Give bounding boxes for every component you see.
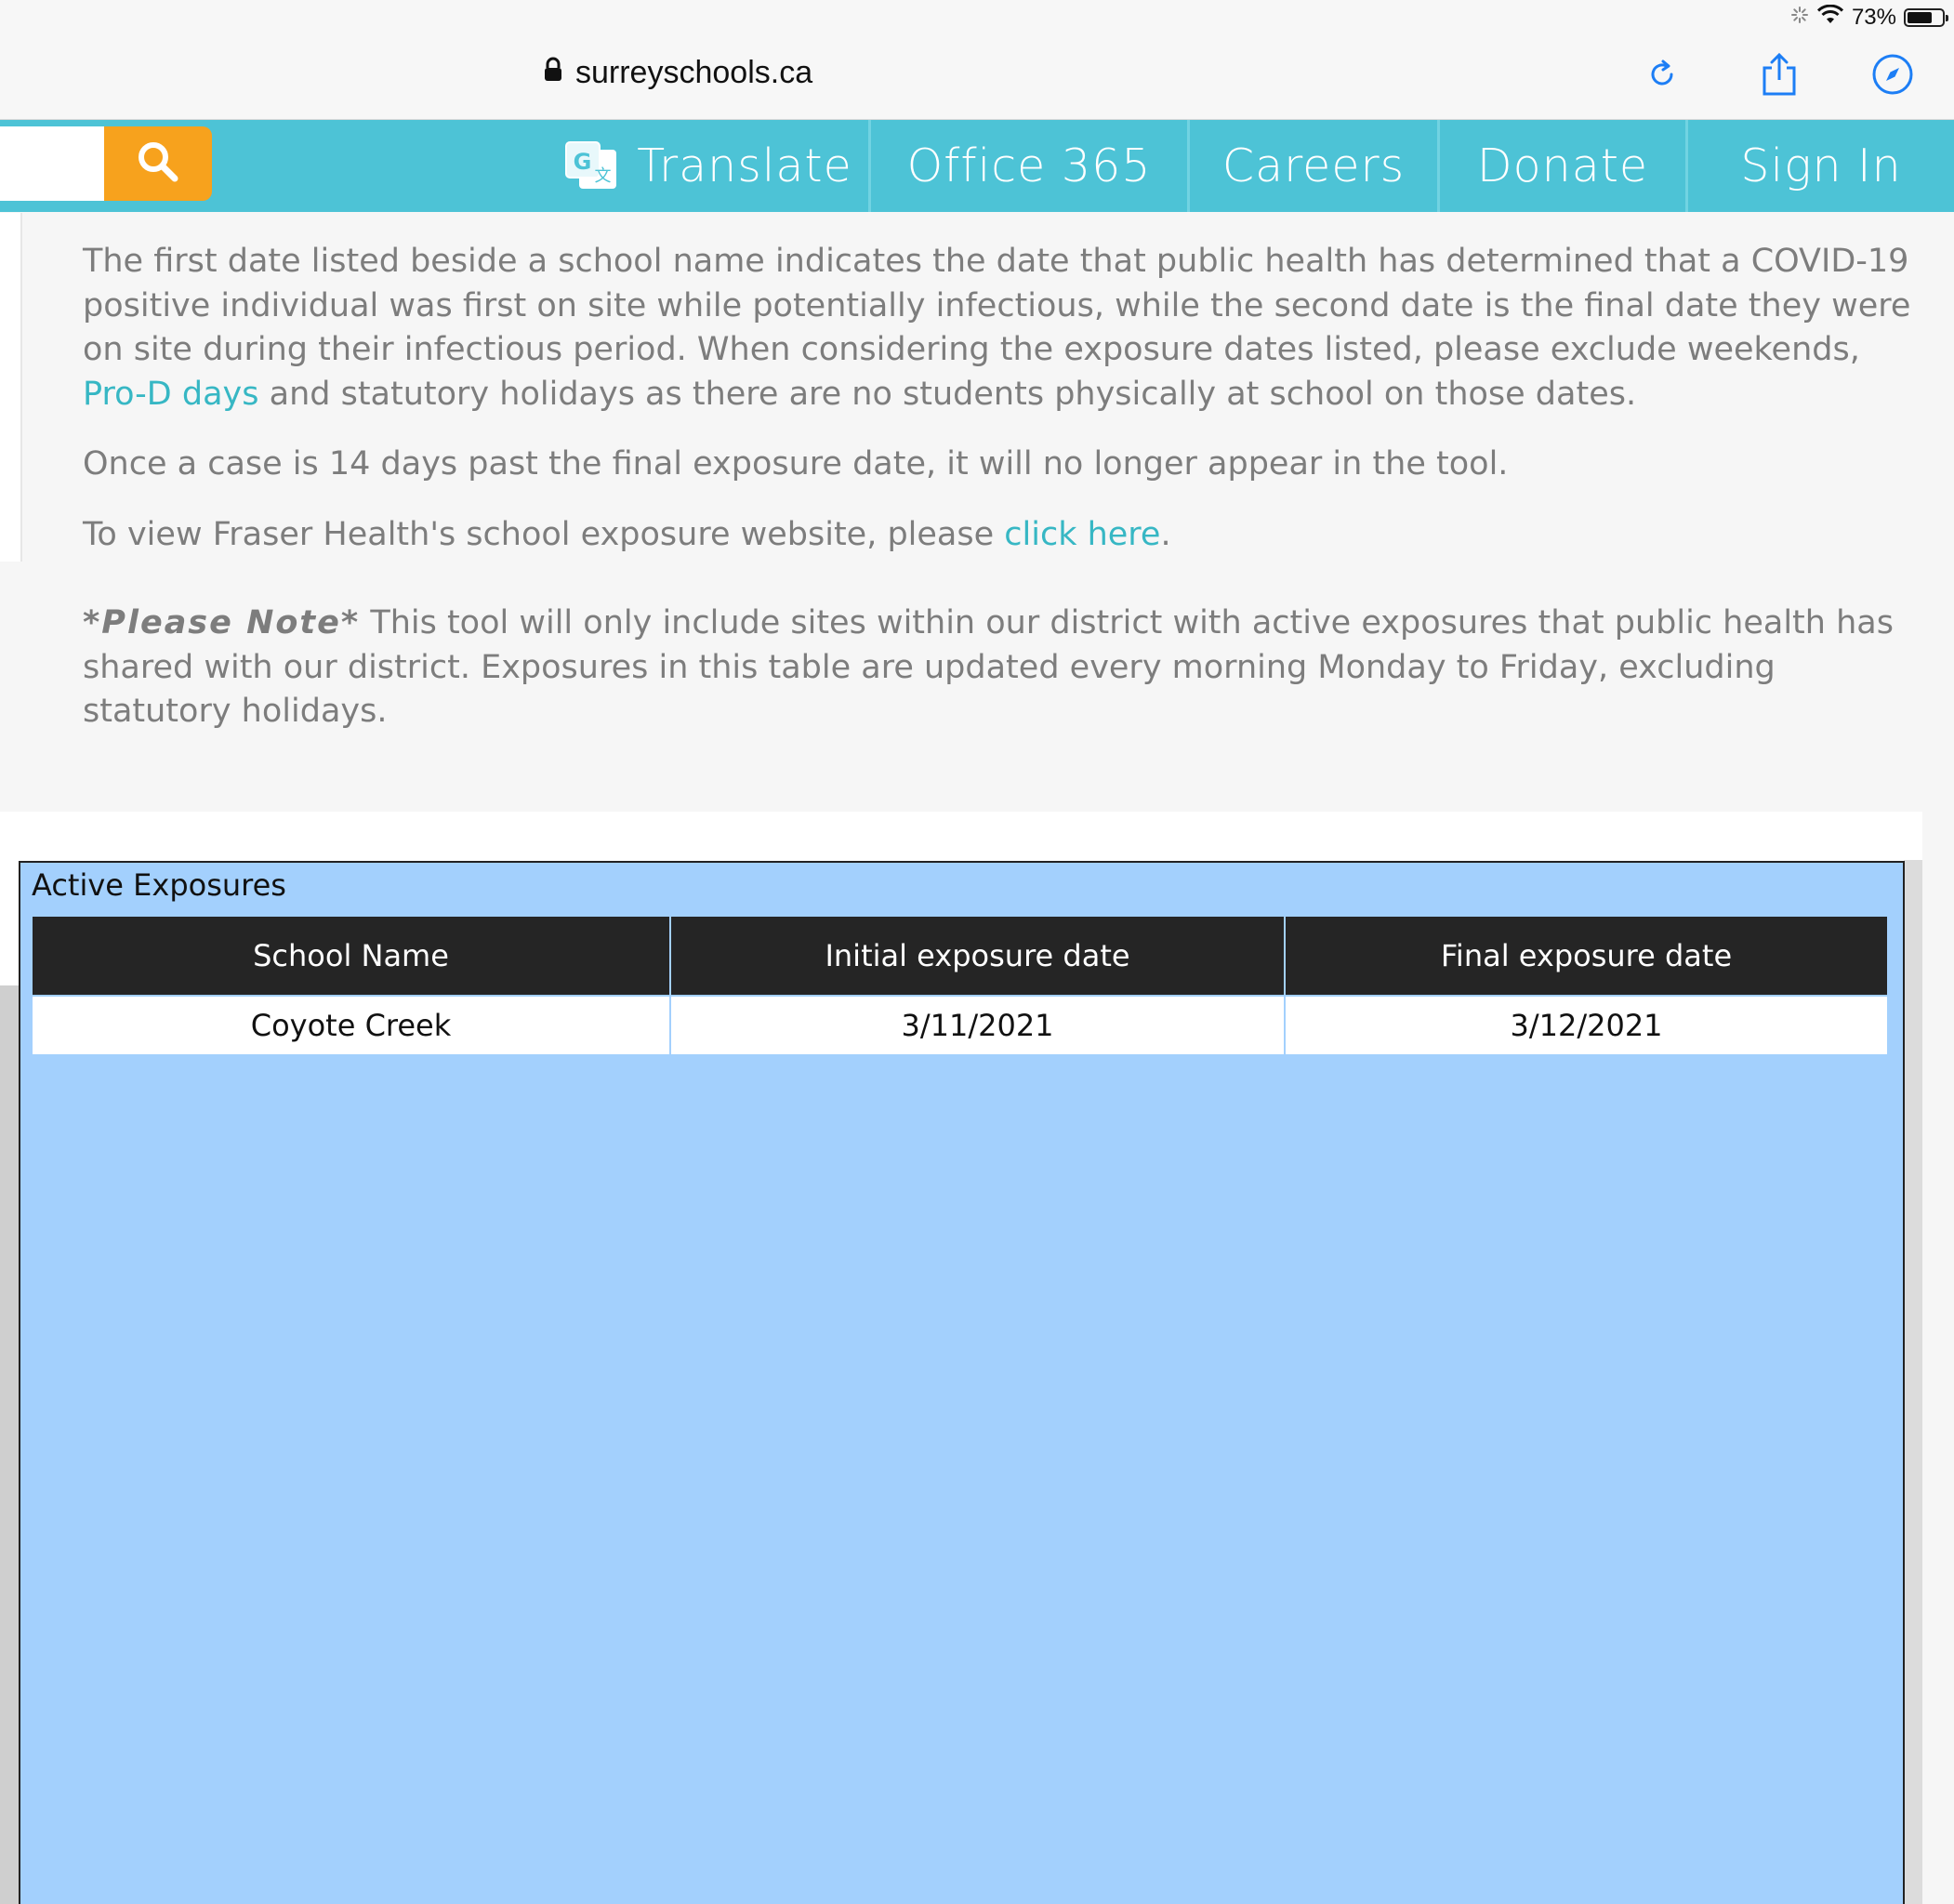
cell-final-exposure-date: 3/12/2021 bbox=[1284, 995, 1887, 1054]
nav-item-label: Sign In bbox=[1740, 139, 1902, 192]
fraser-health-text: To view Fraser Health's school exposure … bbox=[83, 515, 1171, 553]
column-header-final-exposure-date[interactable]: Final exposure date bbox=[1284, 917, 1887, 996]
column-header-school-name[interactable]: School Name bbox=[33, 917, 670, 996]
address-bar[interactable]: surreyschools.ca bbox=[544, 52, 812, 93]
status-indicators: 73% bbox=[1790, 4, 1948, 32]
report-title: Active Exposures bbox=[32, 867, 286, 903]
nav-item-translate[interactable]: G 文 Translate bbox=[548, 120, 871, 212]
expiry-explanation: Once a case is 14 days past the final ex… bbox=[83, 445, 1509, 483]
click-here-link[interactable]: click here bbox=[1004, 516, 1160, 553]
search-icon bbox=[135, 139, 181, 189]
column-header-initial-exposure-date[interactable]: Initial exposure date bbox=[669, 917, 1285, 996]
lock-icon bbox=[544, 55, 562, 91]
url-text[interactable]: surreyschools.ca bbox=[575, 55, 812, 91]
nav-item-donate[interactable]: Donate bbox=[1440, 120, 1688, 212]
exposure-dates-explanation: The first date listed beside a school na… bbox=[83, 243, 1911, 413]
nav-item-careers[interactable]: Careers bbox=[1190, 120, 1440, 212]
nav-item-office-365[interactable]: Office 365 bbox=[871, 120, 1190, 212]
search-button[interactable] bbox=[104, 126, 212, 201]
site-nav: G 文 Translate Office 365 Careers Donate … bbox=[0, 120, 1954, 212]
activity-icon bbox=[1790, 5, 1809, 31]
sidebar-edge bbox=[0, 213, 22, 562]
cell-school-name: Coyote Creek bbox=[33, 995, 670, 1054]
table-row: Coyote Creek 3/11/2021 3/12/2021 bbox=[33, 995, 1887, 1054]
active-exposures-report: Active Exposures School Name Initial exp… bbox=[19, 861, 1905, 1904]
nav-item-label: Careers bbox=[1221, 139, 1406, 192]
nav-item-label: Office 365 bbox=[906, 139, 1152, 192]
search-input[interactable] bbox=[0, 126, 104, 201]
status-bar: 73% bbox=[0, 0, 1954, 33]
wifi-icon bbox=[1816, 4, 1844, 32]
pro-d-days-link[interactable]: Pro-D days bbox=[83, 376, 259, 413]
cell-initial-exposure-date: 3/11/2021 bbox=[669, 995, 1285, 1054]
battery-icon bbox=[1904, 8, 1948, 27]
nav-links: G 文 Translate Office 365 Careers Donate … bbox=[548, 120, 1954, 212]
translate-icon: G 文 bbox=[564, 140, 620, 192]
svg-text:文: 文 bbox=[595, 166, 613, 186]
table-header-row: School Name Initial exposure date Final … bbox=[33, 917, 1887, 996]
browser-toolbar: surreyschools.ca bbox=[0, 33, 1954, 120]
svg-text:G: G bbox=[574, 149, 593, 175]
reload-icon[interactable] bbox=[1638, 50, 1686, 99]
nav-item-label: Donate bbox=[1476, 139, 1649, 192]
note-label: *Please Note* bbox=[83, 604, 361, 641]
battery-percent: 73% bbox=[1851, 5, 1896, 30]
share-icon[interactable] bbox=[1755, 50, 1803, 99]
exposure-info-text: The first date listed beside a school na… bbox=[83, 240, 1914, 734]
compass-icon[interactable] bbox=[1868, 50, 1917, 99]
battery-fill bbox=[1908, 12, 1932, 23]
nav-item-sign-in[interactable]: Sign In bbox=[1688, 120, 1954, 212]
exposures-table: School Name Initial exposure date Final … bbox=[33, 917, 1887, 1054]
please-note-text: *Please Note* This tool will only includ… bbox=[83, 604, 1894, 730]
nav-item-label: Translate bbox=[637, 139, 852, 192]
